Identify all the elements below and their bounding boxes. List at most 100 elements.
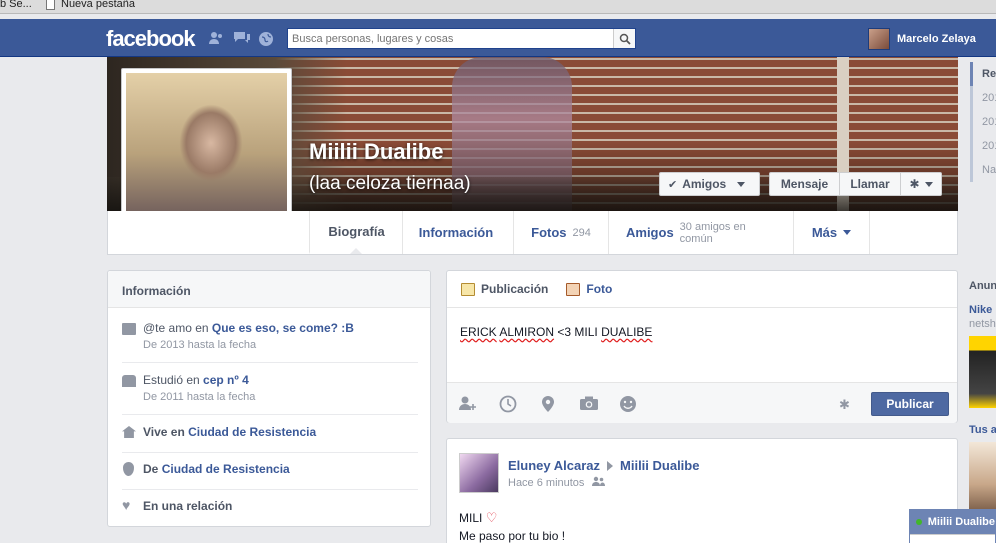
profile-nickname: (laa celoza tiernaa) — [309, 173, 471, 194]
timeline-story: Eluney Alcaraz Miilii Dualibe Hace 6 min… — [446, 438, 958, 543]
location-pin-icon — [123, 462, 134, 476]
ads-header: Anun — [969, 280, 996, 292]
info-row-lives-in: Vive en Ciudad de Resistencia — [122, 425, 418, 453]
tab-mas[interactable]: Más — [793, 211, 870, 254]
tab-fotos[interactable]: Fotos 294 — [513, 211, 608, 254]
timeline-year-scrubber: Re 201 201 201 Nac — [970, 62, 996, 182]
story-author-link[interactable]: Eluney Alcaraz — [508, 458, 600, 473]
ads-column: Anun Nike netsh Tus a — [965, 272, 996, 543]
friend-requests-icon[interactable] — [208, 31, 224, 45]
clock-icon[interactable] — [499, 395, 517, 417]
home-icon — [122, 426, 136, 438]
heart-icon: ♥ — [122, 497, 131, 513]
browser-tab-new[interactable]: Nueva pestaña — [46, 0, 135, 10]
info-link[interactable]: Ciudad de Resistencia — [162, 462, 290, 476]
info-link[interactable]: Que es eso, se come? :B — [212, 321, 354, 335]
profile-tabs: Biografía Información Fotos 294 Amigos 3… — [107, 211, 958, 255]
school-icon — [122, 375, 136, 387]
chat-tab[interactable]: Miilii Dualibe — [909, 509, 996, 543]
tab-amigos[interactable]: Amigos 30 amigos en común — [608, 211, 793, 254]
notifications-globe-icon[interactable] — [258, 31, 274, 46]
chat-contact-name: Miilii Dualibe — [927, 516, 995, 528]
photo-icon — [566, 282, 581, 296]
message-button-label: Mensaje — [780, 177, 829, 191]
info-link[interactable]: cep nº 4 — [203, 373, 249, 387]
year-link[interactable]: Nac — [970, 158, 996, 182]
search-button[interactable] — [613, 29, 635, 48]
mutual-friends-count: 30 amigos en común — [679, 220, 746, 245]
info-card: Información @te amo en Que es eso, se co… — [107, 270, 431, 527]
profile-name[interactable]: Miilii Dualibe — [309, 139, 443, 165]
message-button[interactable]: Mensaje — [769, 172, 840, 196]
publish-button[interactable]: Publicar — [871, 392, 949, 416]
composer-tab-label: Publicación — [481, 282, 549, 296]
camera-icon[interactable] — [579, 395, 599, 415]
audience-friends-icon[interactable] — [591, 476, 605, 489]
info-row-education: Estudió en cep nº 4 De 2011 hasta la fec… — [122, 373, 418, 415]
user-profile-link[interactable]: Marcelo Zelaya — [868, 28, 976, 50]
info-card-title[interactable]: Información — [108, 271, 430, 308]
tab-label: Más — [811, 225, 838, 240]
friends-button[interactable]: ✔ Amigos — [659, 172, 760, 196]
info-row-from: De Ciudad de Resistencia — [122, 462, 418, 490]
browser-tab-label: Nueva pestaña — [61, 0, 135, 10]
tab-label: Fotos — [531, 225, 567, 240]
chevron-down-icon — [843, 230, 852, 235]
location-pin-icon[interactable] — [541, 395, 555, 417]
tag-friends-icon[interactable] — [458, 395, 478, 415]
ad-url[interactable]: netsh — [969, 318, 996, 330]
composer-tab-photo[interactable]: Foto — [566, 282, 612, 296]
facebook-logo[interactable]: facebook — [106, 26, 196, 52]
post-icon — [461, 282, 475, 296]
tab-label: Amigos — [626, 225, 674, 240]
page-icon — [46, 0, 55, 10]
browser-tab-previous[interactable]: b Se... — [0, 0, 32, 10]
ad-title[interactable]: Nike — [969, 304, 992, 316]
post-composer: Publicación Foto ERICK ALMIRON <3 MILI D… — [446, 270, 958, 423]
story-text-line1: MILI — [459, 511, 483, 525]
arrow-right-icon — [607, 460, 614, 471]
story-timestamp[interactable]: Hace 6 minutos — [508, 477, 584, 489]
ad-image[interactable] — [969, 442, 996, 512]
heart-icon: ♡ — [485, 510, 498, 525]
story-text-line2: Me paso por tu bio ! — [459, 529, 566, 543]
top-navigation-bar: facebook Marcelo Zelaya — [0, 19, 996, 57]
composer-textarea[interactable]: ERICK ALMIRON <3 MILI DUALIBE — [460, 325, 652, 339]
year-link[interactable]: 201 — [970, 134, 996, 158]
ad-image[interactable] — [969, 336, 996, 408]
tab-label: Información — [418, 225, 494, 240]
composer-tab-post[interactable]: Publicación — [461, 282, 548, 296]
friends-button-label: Amigos — [682, 177, 727, 191]
ad-title[interactable]: Tus a — [969, 424, 996, 436]
info-prefix: Vive en — [143, 425, 189, 439]
avatar[interactable] — [459, 453, 499, 493]
year-link[interactable]: 201 — [970, 86, 996, 110]
photo-count: 294 — [572, 226, 591, 239]
search-input[interactable] — [288, 29, 613, 48]
year-link[interactable]: 201 — [970, 110, 996, 134]
relationship-status: En una relación — [143, 499, 233, 513]
avatar — [868, 28, 890, 50]
info-link[interactable]: Ciudad de Resistencia — [188, 425, 316, 439]
info-row-work: @te amo en Que es eso, se come? :B De 20… — [122, 321, 418, 363]
info-row-relationship: ♥ En una relación — [122, 497, 418, 521]
call-button[interactable]: Llamar — [839, 172, 901, 196]
search-box[interactable] — [287, 28, 636, 49]
tab-label: Biografía — [328, 224, 385, 239]
info-date: De 2011 hasta la fecha — [143, 391, 256, 403]
online-status-icon — [916, 519, 922, 525]
tab-informacion[interactable]: Información — [402, 211, 509, 254]
story-target-link[interactable]: Miilii Dualibe — [620, 458, 699, 473]
smiley-icon[interactable] — [619, 395, 637, 417]
check-icon: ✔ — [668, 178, 678, 191]
info-prefix: @te amo en — [143, 321, 212, 335]
chevron-down-icon — [737, 181, 746, 187]
gear-icon[interactable]: ✱ — [839, 397, 850, 413]
year-link[interactable]: Re — [970, 62, 996, 86]
settings-menu-button[interactable]: ✱ — [900, 172, 942, 196]
call-button-label: Llamar — [850, 177, 890, 191]
messages-icon[interactable] — [233, 31, 250, 45]
info-prefix: Estudió en — [143, 373, 204, 387]
info-date: De 2013 hasta la fecha — [143, 339, 257, 351]
user-name: Marcelo Zelaya — [897, 33, 976, 45]
